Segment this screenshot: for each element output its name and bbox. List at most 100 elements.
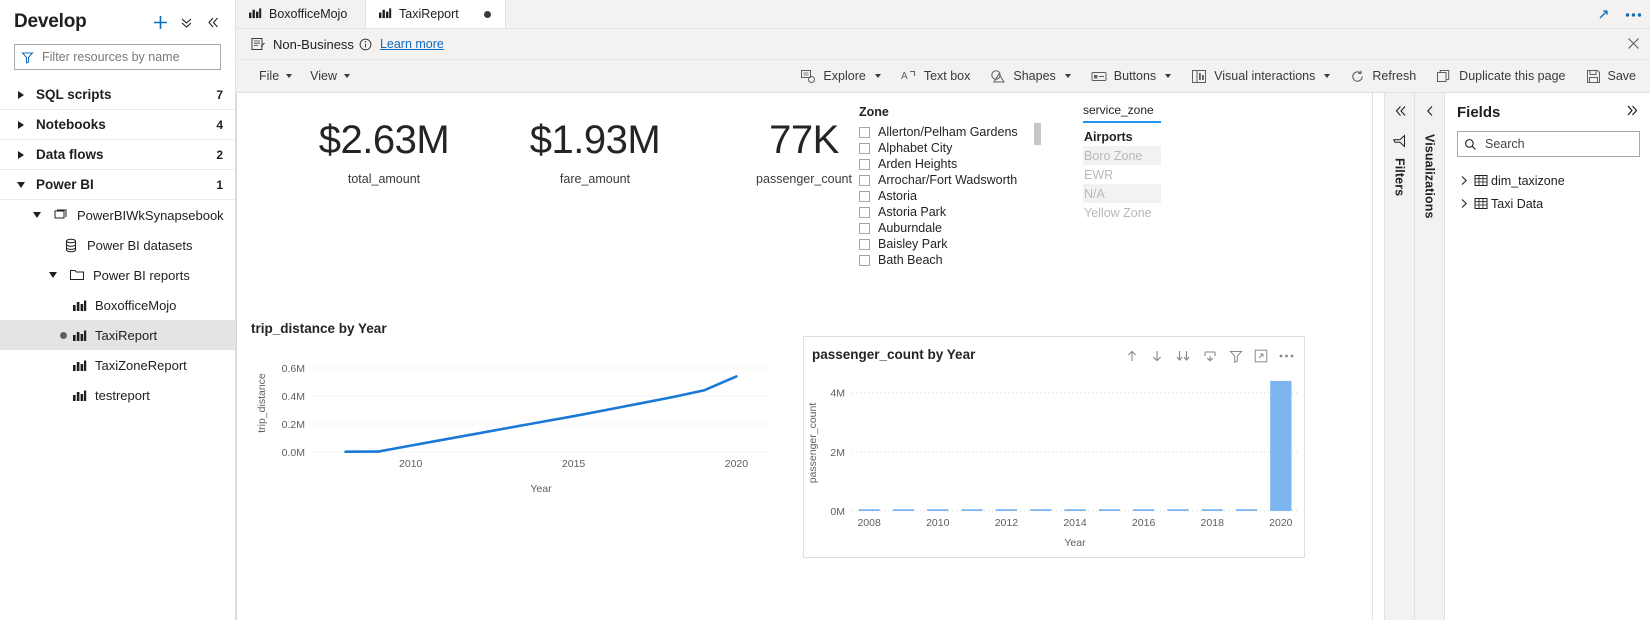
chevron-right-icon[interactable] <box>1457 175 1471 186</box>
visualizations-rail[interactable]: Visualizations <box>1414 93 1444 620</box>
checkbox-icon[interactable] <box>859 142 870 154</box>
report-icon <box>248 7 262 22</box>
zone-item-label: Baisley Park <box>878 237 948 251</box>
zone-slicer-item[interactable]: Alphabet City <box>859 140 1031 156</box>
checkbox-icon[interactable] <box>859 174 870 186</box>
info-circle-icon[interactable] <box>359 38 372 51</box>
visualizations-collapse-button[interactable] <box>1423 101 1437 124</box>
service-zone-item-na[interactable]: N/A <box>1083 184 1161 203</box>
shapes-button[interactable]: Shapes <box>980 63 1080 89</box>
svg-text:Year: Year <box>530 483 552 495</box>
zone-slicer-item[interactable]: Allerton/Pelham Gardens <box>859 124 1031 140</box>
refresh-button[interactable]: Refresh <box>1340 63 1426 89</box>
view-menu[interactable]: View <box>301 63 359 89</box>
file-menu[interactable]: File <box>250 63 301 89</box>
reports-folder-label: Power BI reports <box>93 267 190 283</box>
diagonal-arrow-icon[interactable] <box>1596 7 1611 22</box>
zone-slicer[interactable]: Zone Allerton/Pelham Gardens Alphabet Ci… <box>859 105 1041 268</box>
service-zone-item-ewr[interactable]: EWR <box>1083 165 1161 184</box>
checkbox-icon[interactable] <box>859 190 870 202</box>
go-to-next-level-icon[interactable] <box>1202 349 1218 363</box>
service-zone-item-airports[interactable]: Airports <box>1083 127 1161 146</box>
duplicate-icon <box>1436 69 1452 84</box>
fields-search-input[interactable] <box>1483 136 1648 152</box>
filters-rail[interactable]: Filters <box>1384 93 1414 620</box>
tab-taxireport[interactable]: TaxiReport <box>366 0 506 28</box>
zone-slicer-item[interactable]: Astoria <box>859 188 1031 204</box>
kpi-card-total-amount[interactable]: $2.63M total_amount <box>289 120 479 186</box>
zone-slicer-item[interactable]: Bath Beach <box>859 252 1031 268</box>
buttons-button[interactable]: Buttons <box>1081 63 1181 89</box>
svg-text:2008: 2008 <box>857 517 881 529</box>
chevron-down-icon <box>874 74 881 78</box>
kpi-card-fare-amount[interactable]: $1.93M fare_amount <box>500 120 690 186</box>
tree-item-powerbi-datasets[interactable]: Power BI datasets <box>0 230 235 260</box>
explore-button[interactable]: Explore <box>790 63 890 89</box>
filters-collapse-button[interactable] <box>1393 101 1407 124</box>
sidebar-item-taxizonereport[interactable]: TaxiZoneReport <box>0 350 235 380</box>
tab-boxofficemojo[interactable]: BoxofficeMojo <box>236 0 366 28</box>
fields-expand-button[interactable] <box>1625 103 1640 121</box>
field-table-dim-taxizone[interactable]: dim_taxizone <box>1457 169 1640 192</box>
bar-chart-visual[interactable]: passenger_count by Year 0M 2M 4M 2008 20… <box>803 336 1305 558</box>
zone-slicer-scrollbar[interactable] <box>1034 123 1041 145</box>
fields-search-box[interactable] <box>1457 131 1648 157</box>
checkbox-icon[interactable] <box>859 126 870 138</box>
save-button[interactable]: Save <box>1576 63 1647 89</box>
tree-item-notebooks[interactable]: Notebooks 4 <box>0 110 235 140</box>
zone-slicer-item[interactable]: Baisley Park <box>859 236 1031 252</box>
duplicate-page-button[interactable]: Duplicate this page <box>1426 63 1575 89</box>
sidebar-item-boxofficemojo[interactable]: BoxofficeMojo <box>0 290 235 320</box>
drill-down-icon[interactable] <box>1150 349 1164 363</box>
close-banner-button[interactable] <box>1627 29 1640 60</box>
svg-text:trip_distance: trip_distance <box>256 373 268 433</box>
service-zone-slicer[interactable]: service_zone Airports Boro Zone EWR N/A <box>1083 103 1161 222</box>
zone-slicer-item[interactable]: Astoria Park <box>859 204 1031 220</box>
sidebar-item-taxireport[interactable]: TaxiReport <box>0 320 235 350</box>
tree-item-powerbi-reports[interactable]: Power BI reports <box>0 260 235 290</box>
svg-text:0.0M: 0.0M <box>282 447 305 459</box>
zone-slicer-item[interactable]: Arrochar/Fort Wadsworth <box>859 172 1031 188</box>
checkbox-icon[interactable] <box>859 254 870 266</box>
service-zone-item-boro-zone[interactable]: Boro Zone <box>1083 146 1161 165</box>
fields-title: Fields <box>1457 103 1501 121</box>
filter-icon <box>21 51 34 64</box>
visual-interactions-icon <box>1191 69 1207 84</box>
checkbox-icon[interactable] <box>859 222 870 234</box>
learn-more-link[interactable]: Learn more <box>380 37 444 51</box>
drill-up-icon[interactable] <box>1125 349 1139 363</box>
tree-item-power-bi[interactable]: Power BI 1 <box>0 170 235 200</box>
chevron-right-icon[interactable] <box>1457 198 1471 209</box>
visual-interactions-label: Visual interactions <box>1214 69 1316 83</box>
text-box-label: Text box <box>923 69 971 83</box>
sidebar-item-testreport[interactable]: testreport <box>0 380 235 410</box>
field-table-taxi-data[interactable]: Taxi Data <box>1457 192 1640 215</box>
report-canvas-wrapper: $2.63M total_amount $1.93M fare_amount 7… <box>236 93 1372 620</box>
report-canvas[interactable]: $2.63M total_amount $1.93M fare_amount 7… <box>237 93 1372 620</box>
filter-resources-box[interactable] <box>14 44 221 70</box>
ellipsis-icon[interactable] <box>1625 12 1642 18</box>
more-options-icon[interactable] <box>1279 353 1294 359</box>
visual-interactions-button[interactable]: Visual interactions <box>1181 63 1340 89</box>
expand-all-down-icon[interactable] <box>1175 349 1191 363</box>
tree-item-sql-scripts[interactable]: SQL scripts 7 <box>0 80 235 110</box>
collapse-panel-button[interactable] <box>199 9 225 35</box>
zone-slicer-item[interactable]: Auburndale <box>859 220 1031 236</box>
line-chart-visual[interactable]: trip_distance by Year 0.0M 0.2M 0.4M 0.6M 20… <box>251 321 781 501</box>
workspace-icon <box>52 206 70 224</box>
checkbox-icon[interactable] <box>859 238 870 250</box>
collapse-all-button[interactable] <box>173 9 199 35</box>
text-box-button[interactable]: A Text box <box>891 63 981 89</box>
checkbox-icon[interactable] <box>859 206 870 218</box>
focus-mode-icon[interactable] <box>1254 349 1268 363</box>
filter-resources-input[interactable] <box>40 49 214 65</box>
add-new-resource-button[interactable] <box>147 9 173 35</box>
bar-chart-plot: 0M 2M 4M 2008 2010 2012 2014 2016 2018 2020 Year pa… <box>807 380 1298 549</box>
filter-icon[interactable] <box>1229 349 1243 363</box>
checkbox-icon[interactable] <box>859 158 870 170</box>
tree-item-workspace[interactable]: PowerBIWkSynapsebook <box>0 200 235 230</box>
zone-slicer-item[interactable]: Arden Heights <box>859 156 1031 172</box>
report-label: BoxofficeMojo <box>95 297 177 313</box>
service-zone-item-yellow-zone[interactable]: Yellow Zone <box>1083 203 1161 222</box>
tree-item-data-flows[interactable]: Data flows 2 <box>0 140 235 170</box>
